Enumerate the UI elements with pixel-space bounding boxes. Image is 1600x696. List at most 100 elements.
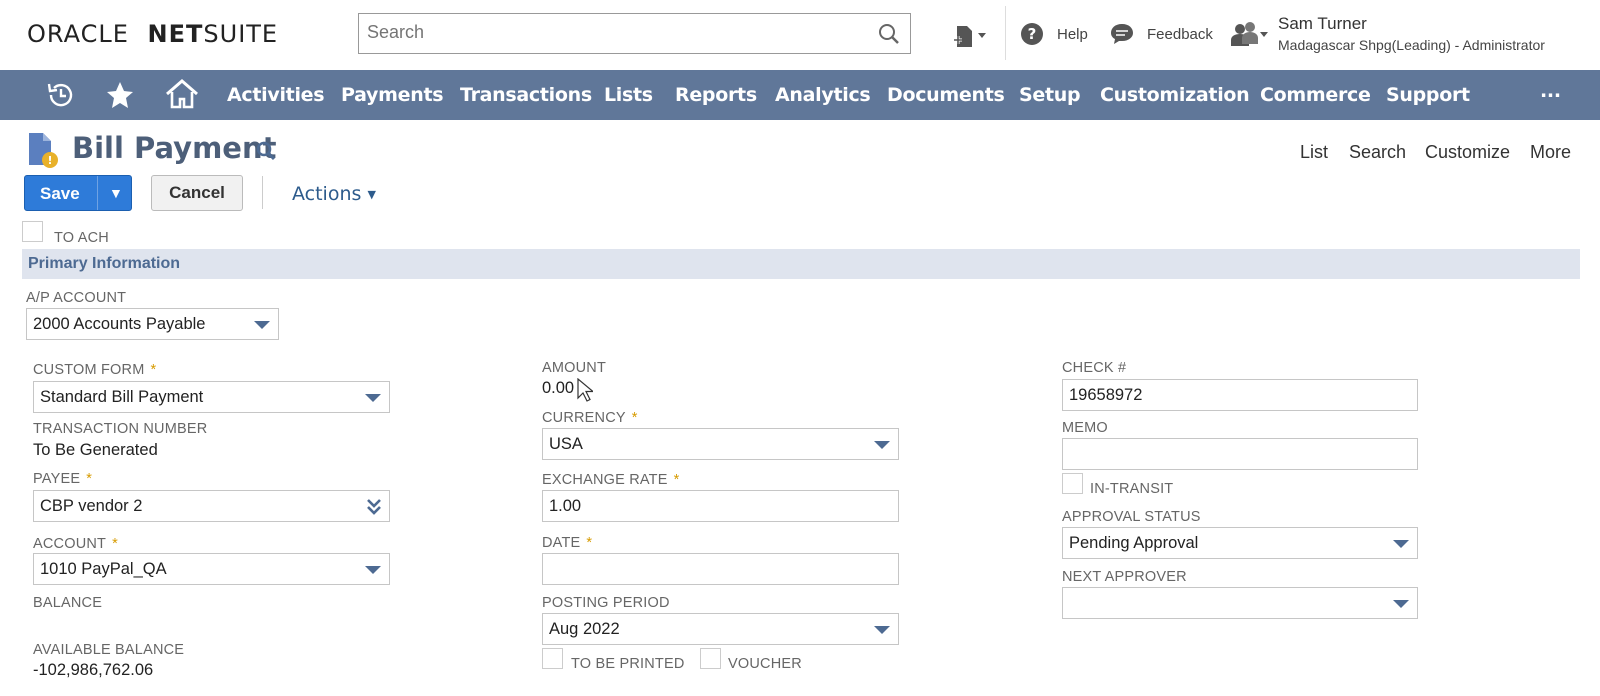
memo-input[interactable] (1062, 438, 1418, 470)
actions-chevron-down-icon: ▼ (367, 188, 376, 201)
recent-records-icon[interactable] (45, 80, 75, 115)
chevron-down-icon (1393, 540, 1409, 548)
posting-period-value: Aug 2022 (549, 620, 620, 638)
nav-documents[interactable]: Documents (887, 84, 1005, 106)
search-icon[interactable] (878, 23, 900, 50)
payee-value: CBP vendor 2 (40, 497, 143, 515)
search-record-icon[interactable] (255, 140, 277, 167)
global-search[interactable] (358, 13, 911, 54)
actions-menu[interactable]: Actions ▼ (292, 183, 376, 205)
nav-more-ellipsis[interactable]: ... (1540, 80, 1561, 102)
chevron-down-icon (365, 394, 381, 402)
save-button[interactable]: Save ▼ (24, 175, 132, 211)
required-asterisk: * (112, 536, 118, 552)
search-link[interactable]: Search (1349, 142, 1406, 163)
nav-customization[interactable]: Customization (1100, 84, 1250, 106)
list-link[interactable]: List (1300, 142, 1328, 163)
ap-account-label: A/P ACCOUNT (26, 290, 127, 306)
currency-value: USA (549, 435, 583, 453)
posting-period-select[interactable]: Aug 2022 (542, 613, 899, 645)
account-label: ACCOUNT * (33, 536, 118, 552)
date-label: DATE * (542, 535, 593, 551)
currency-label: CURRENCY * (542, 410, 638, 426)
in-transit-label: IN-TRANSIT (1090, 481, 1174, 497)
payee-select[interactable]: CBP vendor 2 (33, 490, 390, 522)
currency-select[interactable]: USA (542, 428, 899, 460)
required-asterisk: * (631, 410, 638, 426)
check-number-label: CHECK # (1062, 360, 1127, 376)
logo-net-text: NET (147, 20, 204, 48)
payee-label: PAYEE * (33, 471, 93, 487)
chevron-down-icon (874, 626, 890, 634)
approval-status-label: APPROVAL STATUS (1062, 509, 1201, 525)
approval-status-select[interactable]: Pending Approval (1062, 527, 1418, 559)
exchange-rate-value: 1.00 (549, 497, 582, 515)
double-chevron-down-icon[interactable] (367, 498, 381, 521)
bill-payment-record-icon: ! (26, 131, 62, 174)
create-new-icon[interactable] (953, 24, 989, 55)
home-icon[interactable] (165, 78, 199, 115)
header-divider (1005, 6, 1006, 60)
top-header: ORACLE NETSUITE ? Help Feedback Sam Turn… (0, 0, 1600, 70)
search-input[interactable] (365, 14, 845, 51)
logo-oracle-text: ORACLE (27, 20, 129, 48)
ap-account-select[interactable]: 2000 Accounts Payable (26, 308, 279, 340)
svg-text:!: ! (47, 154, 52, 167)
chevron-down-icon (1393, 600, 1409, 608)
feedback-link[interactable]: Feedback (1147, 26, 1213, 43)
voucher-label: VOUCHER (728, 656, 802, 672)
save-button-label: Save (40, 184, 80, 203)
amount-label: AMOUNT (542, 360, 607, 376)
voucher-checkbox[interactable] (700, 648, 721, 669)
nav-setup[interactable]: Setup (1019, 84, 1081, 106)
balance-label: BALANCE (33, 595, 103, 611)
nav-analytics[interactable]: Analytics (775, 84, 871, 106)
approval-status-value: Pending Approval (1069, 534, 1199, 552)
nav-lists[interactable]: Lists (604, 84, 653, 106)
required-asterisk: * (150, 362, 157, 378)
customize-link[interactable]: Customize (1425, 142, 1510, 163)
custom-form-value: Standard Bill Payment (40, 388, 204, 406)
primary-information-section-header[interactable]: Primary Information (22, 249, 1580, 279)
check-number-input[interactable]: 19658972 (1062, 379, 1418, 411)
user-role[interactable]: Madagascar Shpg(Leading) - Administrator (1278, 37, 1545, 53)
oracle-netsuite-logo[interactable]: ORACLE NETSUITE (27, 20, 278, 48)
in-transit-checkbox[interactable] (1062, 473, 1083, 494)
exchange-rate-label: EXCHANGE RATE * (542, 472, 680, 488)
cancel-button[interactable]: Cancel (151, 175, 243, 211)
favorites-star-icon[interactable] (105, 80, 135, 115)
more-link[interactable]: More (1530, 142, 1571, 163)
transaction-number-value: To Be Generated (33, 441, 158, 459)
nav-transactions[interactable]: Transactions (460, 84, 592, 106)
mouse-cursor-icon (577, 377, 595, 407)
feedback-icon[interactable] (1110, 22, 1134, 51)
nav-payments[interactable]: Payments (341, 84, 444, 106)
role-switch-icon[interactable] (1230, 22, 1270, 53)
next-approver-select[interactable] (1062, 587, 1418, 619)
account-select[interactable]: 1010 PayPal_QA (33, 553, 390, 585)
date-input[interactable] (542, 553, 899, 585)
available-balance-label: AVAILABLE BALANCE (33, 642, 185, 658)
to-be-printed-label: TO BE PRINTED (571, 656, 685, 672)
to-be-printed-checkbox[interactable] (542, 648, 563, 669)
custom-form-select[interactable]: Standard Bill Payment (33, 381, 390, 413)
required-asterisk: * (673, 472, 680, 488)
nav-support[interactable]: Support (1386, 84, 1470, 106)
section-title: Primary Information (28, 255, 181, 272)
to-ach-checkbox[interactable] (22, 221, 43, 242)
exchange-rate-input[interactable]: 1.00 (542, 490, 899, 522)
nav-commerce[interactable]: Commerce (1260, 84, 1371, 106)
chevron-down-icon (365, 566, 381, 574)
user-name[interactable]: Sam Turner (1278, 14, 1367, 34)
posting-period-label: POSTING PERIOD (542, 595, 670, 611)
required-asterisk: * (86, 471, 93, 487)
chevron-down-icon (254, 321, 270, 329)
save-dropdown-arrow-icon[interactable]: ▼ (109, 185, 123, 201)
nav-reports[interactable]: Reports (675, 84, 757, 106)
toolbar-divider (262, 176, 263, 209)
main-navigation: Activities Payments Transactions Lists R… (0, 70, 1600, 120)
help-icon[interactable]: ? (1020, 22, 1044, 51)
help-link[interactable]: Help (1057, 26, 1088, 43)
nav-activities[interactable]: Activities (227, 84, 325, 106)
required-asterisk: * (586, 535, 593, 551)
